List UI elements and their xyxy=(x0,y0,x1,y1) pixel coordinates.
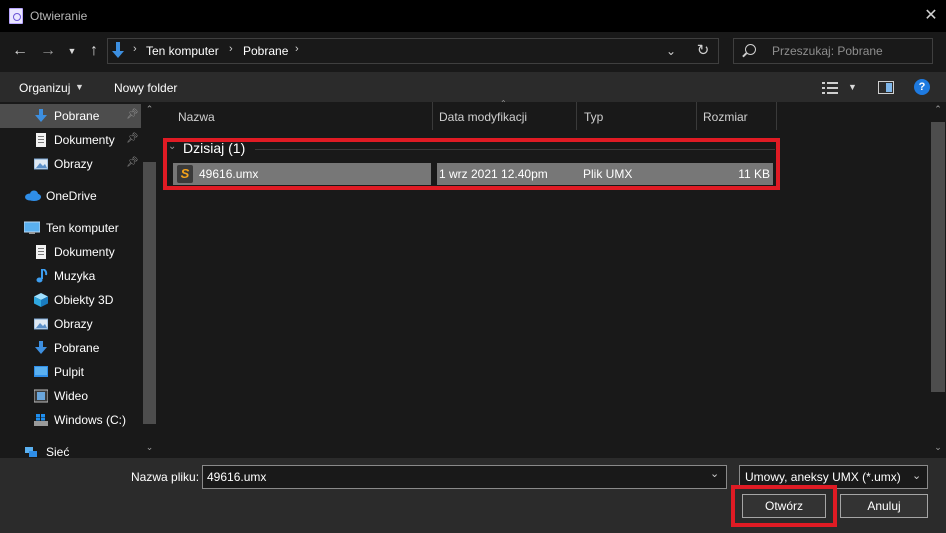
up-arrow-icon[interactable]: ↑ xyxy=(84,39,104,63)
document-icon xyxy=(36,133,46,147)
view-chevron-down-icon[interactable]: ▼ xyxy=(848,82,857,92)
video-icon xyxy=(34,389,48,403)
sidebar-item-onedrive[interactable]: OneDrive xyxy=(0,184,142,208)
sidebar-item-label: OneDrive xyxy=(46,189,97,203)
back-arrow-icon[interactable]: ← xyxy=(9,39,31,63)
chevron-down-icon[interactable]: ⌄ xyxy=(912,469,921,482)
window-title: Otwieranie xyxy=(30,9,88,23)
network-icon xyxy=(25,447,37,457)
sidebar-item-pobrane[interactable]: Pobrane xyxy=(0,336,142,360)
column-divider[interactable] xyxy=(776,102,777,130)
sidebar-item-obrazy-quick[interactable]: Obrazy 📌︎ xyxy=(0,152,142,176)
breadcrumb-separator[interactable]: › xyxy=(295,43,299,55)
address-history-chevron-icon[interactable]: ⌄ xyxy=(661,40,681,62)
forward-arrow-icon[interactable]: → xyxy=(37,39,59,63)
search-placeholder: Przeszukaj: Pobrane xyxy=(772,44,883,58)
column-header-type[interactable]: Typ xyxy=(584,110,603,124)
scroll-down-icon[interactable]: ⌄ xyxy=(930,442,946,456)
chevron-down-icon[interactable]: ▼ xyxy=(75,82,84,92)
new-folder-button[interactable]: Nowy folder xyxy=(114,81,177,95)
cancel-button[interactable]: Anuluj xyxy=(840,494,928,518)
sidebar-item-label: Wideo xyxy=(54,389,89,403)
sidebar-item-label: Dokumenty xyxy=(54,133,115,147)
organize-button[interactable]: Organizuj xyxy=(19,81,70,95)
download-arrow-icon xyxy=(35,109,47,122)
sidebar-item-label: Windows (C:) xyxy=(54,413,127,427)
sidebar-item-siec[interactable]: Sieć xyxy=(0,440,142,458)
file-type-filter-value[interactable]: Umowy, aneksy UMX (*.umx) xyxy=(745,470,901,484)
recent-locations-chevron-icon[interactable]: ▼ xyxy=(64,39,80,63)
sidebar-item-label: Dokumenty xyxy=(54,245,115,259)
refresh-icon[interactable]: ↻ xyxy=(692,40,714,62)
sidebar-item-obrazy[interactable]: Obrazy xyxy=(0,312,142,336)
sidebar-item-dokumenty[interactable]: Dokumenty xyxy=(0,240,142,264)
sidebar-item-ten-komputer[interactable]: Ten komputer xyxy=(0,216,142,240)
column-header-date[interactable]: Data modyfikacji xyxy=(439,110,527,124)
drive-icon xyxy=(34,414,48,426)
highlight-annotation-box xyxy=(163,138,780,190)
sidebar-item-obiekty-3d[interactable]: Obiekty 3D xyxy=(0,288,142,312)
sidebar-item-muzyka[interactable]: Muzyka xyxy=(0,264,142,288)
dialog-icon xyxy=(9,8,23,24)
sidebar-item-wideo[interactable]: Wideo xyxy=(0,384,142,408)
column-divider[interactable] xyxy=(432,102,433,130)
breadcrumb-separator[interactable]: › xyxy=(133,43,137,55)
help-icon[interactable]: ? xyxy=(914,79,930,95)
scroll-up-icon[interactable]: ⌃ xyxy=(142,104,157,118)
sidebar-item-label: Muzyka xyxy=(54,269,96,283)
close-button[interactable]: ✕ xyxy=(921,6,941,26)
filename-input[interactable] xyxy=(202,465,727,489)
pin-icon[interactable]: 📌︎ xyxy=(126,157,139,168)
breadcrumb-pobrane[interactable]: Pobrane xyxy=(243,44,288,58)
breadcrumb-ten-komputer[interactable]: Ten komputer xyxy=(146,44,219,58)
scroll-up-icon[interactable]: ⌃ xyxy=(930,104,946,118)
column-divider[interactable] xyxy=(696,102,697,130)
column-divider[interactable] xyxy=(576,102,577,130)
sidebar-scrollbar-thumb[interactable] xyxy=(143,162,156,424)
computer-icon xyxy=(24,221,40,234)
sidebar-item-label: Pobrane xyxy=(54,341,100,355)
sidebar-item-label: Sieć xyxy=(46,445,70,458)
breadcrumb-separator[interactable]: › xyxy=(229,43,233,55)
search-icon xyxy=(745,44,756,55)
sidebar-item-label: Pulpit xyxy=(54,365,85,379)
sidebar-item-pulpit[interactable]: Pulpit xyxy=(0,360,142,384)
music-note-icon xyxy=(36,269,48,283)
cloud-icon xyxy=(25,190,41,201)
sidebar-item-label: Obrazy xyxy=(54,157,93,171)
document-icon xyxy=(36,245,46,259)
scroll-down-icon[interactable]: ⌄ xyxy=(142,442,157,456)
download-arrow-icon xyxy=(112,42,124,58)
filename-history-chevron-icon[interactable]: ⌄ xyxy=(710,467,719,480)
pin-icon[interactable]: 📌︎ xyxy=(126,109,139,120)
pin-icon[interactable]: 📌︎ xyxy=(126,133,139,144)
desktop-icon xyxy=(34,366,48,377)
sidebar-item-label: Obrazy xyxy=(54,317,93,331)
title-bar xyxy=(0,0,946,32)
pictures-icon xyxy=(34,318,48,330)
preview-pane-icon[interactable] xyxy=(878,81,894,94)
file-list-scrollbar-thumb[interactable] xyxy=(931,122,945,392)
sidebar-item-pobrane-quick[interactable]: Pobrane 📌︎ xyxy=(0,104,142,128)
highlight-annotation-box xyxy=(731,485,837,527)
sidebar-item-label: Pobrane xyxy=(54,109,100,123)
pictures-icon xyxy=(34,158,48,170)
sidebar-item-label: Obiekty 3D xyxy=(54,293,114,307)
sidebar-item-windows-c[interactable]: Windows (C:) xyxy=(0,408,142,432)
sidebar-item-label: Ten komputer xyxy=(46,221,119,235)
cube-icon xyxy=(34,293,48,307)
sort-indicator-icon: ⌃ xyxy=(500,99,507,108)
filename-label: Nazwa pliku: xyxy=(131,470,200,484)
column-header-name[interactable]: Nazwa xyxy=(178,110,215,124)
download-arrow-icon xyxy=(35,341,47,354)
column-header-size[interactable]: Rozmiar xyxy=(703,110,748,124)
view-options-icon[interactable] xyxy=(822,82,838,94)
sidebar-item-dokumenty-quick[interactable]: Dokumenty 📌︎ xyxy=(0,128,142,152)
